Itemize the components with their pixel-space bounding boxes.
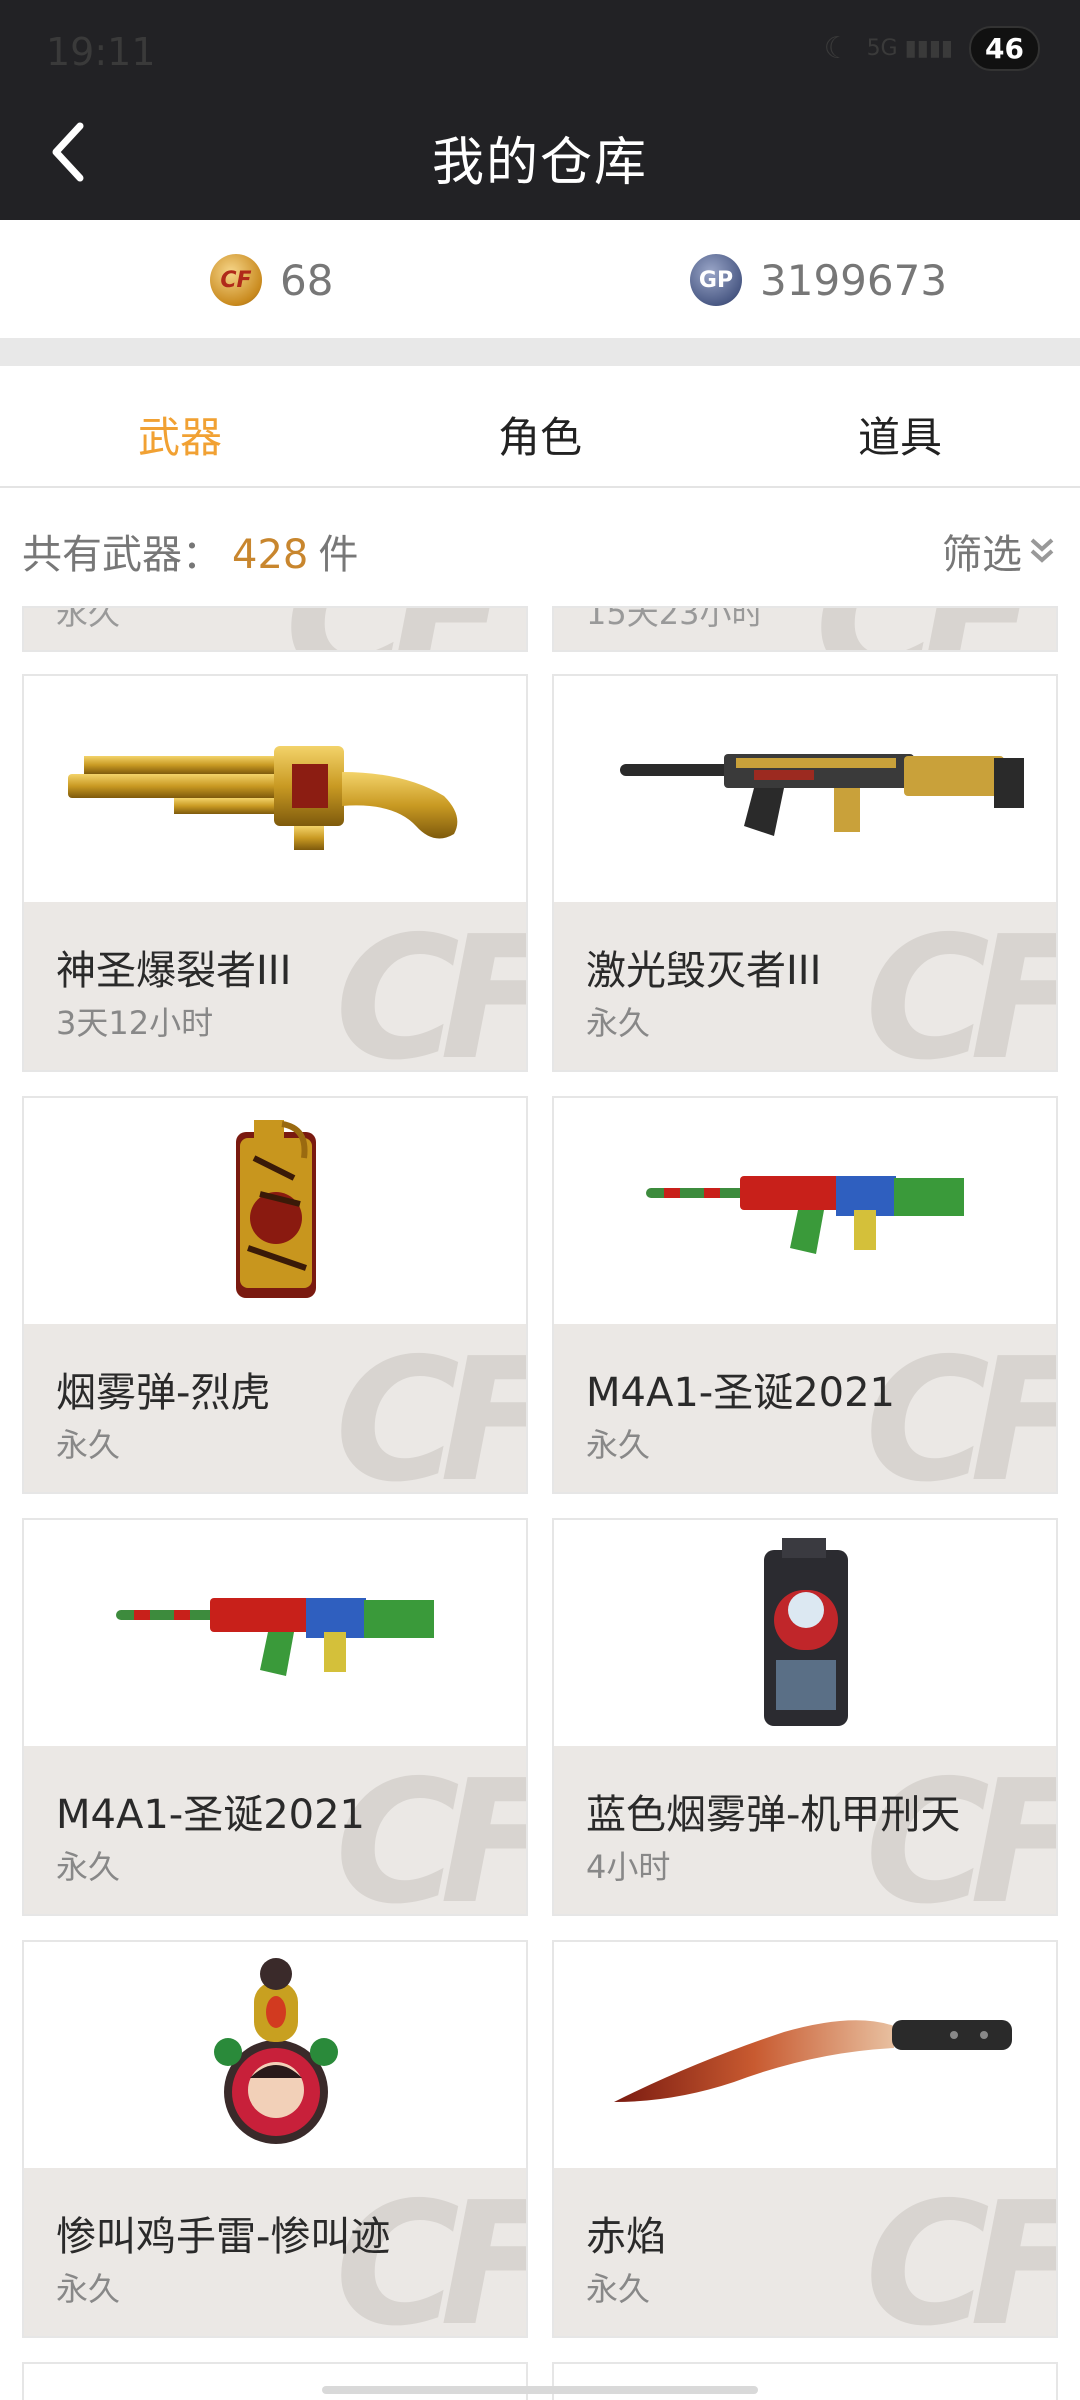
item-duration: 永久 [56, 2270, 121, 2308]
count-prefix: 共有武器： [22, 532, 222, 578]
tiger-smoke-grenade-image [24, 1098, 526, 1324]
list-item-partial[interactable] [552, 2362, 1058, 2400]
count-number: 428 [232, 532, 309, 578]
weapon-count: 共有武器： 428 件 [22, 522, 358, 580]
currency-bar: CF 68 GP 3199673 [0, 220, 1080, 338]
filter-button[interactable]: 筛选 [942, 522, 1056, 580]
signal-icon: 5G ▮▮▮▮ [866, 36, 954, 61]
mecha-smoke-grenade-image [554, 1520, 1056, 1746]
christmas-rifle-image [554, 1098, 1056, 1324]
item-name: 蓝色烟雾弹-机甲刑天 [586, 1792, 961, 1838]
item-name: 激光毁灭者III [586, 948, 822, 994]
list-item[interactable]: CF 神圣爆裂者III 3天12小时 [22, 674, 528, 1072]
gp-balance-value: 3199673 [760, 255, 948, 305]
category-tabs: 武器 角色 道具 [0, 366, 1080, 488]
gp-coin-icon: GP [690, 254, 742, 306]
top-bar: 我的仓库 [0, 84, 1080, 220]
item-info: CF M4A1-圣诞2021 永久 [554, 1324, 1056, 1492]
chicken-grenade-image [24, 1942, 526, 2168]
item-name: 惨叫鸡手雷-惨叫迹 [56, 2214, 391, 2260]
item-duration: 3天12小时 [56, 1004, 214, 1042]
item-name: M4A1-圣诞2021 [56, 1792, 366, 1838]
item-duration: 4小时 [586, 1848, 671, 1886]
cf-watermark-icon: CF [335, 1324, 526, 1494]
section-divider [0, 338, 1080, 366]
list-item[interactable]: CF 烟雾弹-烈虎 永久 [22, 1096, 528, 1494]
count-unit: 件 [318, 532, 359, 578]
item-name: M4A1-圣诞2021 [586, 1370, 896, 1416]
cf-coin-icon: CF [210, 254, 262, 306]
item-info: CF 神圣爆裂者III 3天12小时 [24, 902, 526, 1072]
list-item[interactable]: CF M4A1-圣诞2021 永久 [552, 1096, 1058, 1494]
item-duration: 永久 [586, 1426, 651, 1464]
moon-icon: ☾ [823, 31, 851, 66]
item-duration: 15天23小时 [586, 606, 764, 632]
item-info: CF 赤焰 永久 [554, 2168, 1056, 2338]
item-duration: 永久 [586, 1004, 651, 1042]
item-info: CF 激光毁灭者III 永久 [554, 902, 1056, 1072]
list-item[interactable]: CF M4A1-圣诞2021 永久 [22, 1518, 528, 1916]
item-name: 神圣爆裂者III [56, 948, 292, 994]
golden-shotgun-image [24, 676, 526, 902]
list-item-partial[interactable] [22, 2362, 528, 2400]
item-duration: 永久 [56, 606, 121, 632]
item-info: CF 惨叫鸡手雷-惨叫迹 永久 [24, 2168, 526, 2336]
item-duration: 永久 [586, 2270, 651, 2308]
page-title: 我的仓库 [431, 133, 648, 193]
christmas-rifle-image [24, 1520, 526, 1746]
list-item[interactable]: CF 惨叫鸡手雷-惨叫迹 永久 [22, 1940, 528, 2338]
weapon-grid: 永久 CF 15天23小时 CF CF [0, 606, 1080, 2400]
cf-watermark-icon: CF [865, 2168, 1056, 2338]
item-info: CF 烟雾弹-烈虎 永久 [24, 1324, 526, 1494]
tab-items[interactable]: 道具 [720, 404, 1080, 465]
home-indicator[interactable] [322, 2386, 758, 2394]
status-icons: ☾ 5G ▮▮▮▮ 46 [824, 26, 1040, 71]
cf-watermark-icon: CF [285, 608, 506, 650]
cf-watermark-icon: CF [865, 902, 1056, 1072]
item-info: CF M4A1-圣诞2021 永久 [24, 1746, 526, 1914]
item-name: 烟雾弹-烈虎 [56, 1370, 271, 1416]
item-duration: 永久 [56, 1426, 121, 1464]
status-time: 19:11 [46, 30, 156, 74]
item-duration: 永久 [56, 1848, 121, 1886]
battery-indicator: 46 [969, 26, 1040, 71]
gold-black-rifle-image [554, 676, 1056, 902]
status-bar: 19:11 ☾ 5G ▮▮▮▮ 46 [0, 0, 1080, 84]
gp-balance: GP 3199673 [690, 250, 947, 310]
list-item[interactable]: CF 激光毁灭者III 永久 [552, 674, 1058, 1072]
tab-characters[interactable]: 角色 [360, 404, 720, 465]
double-chevron-down-icon [1030, 538, 1054, 563]
item-name: 赤焰 [586, 2214, 666, 2260]
item-info: CF 蓝色烟雾弹-机甲刑天 4小时 [554, 1746, 1056, 1914]
list-item-partial[interactable]: 永久 CF [22, 606, 528, 652]
red-kukri-knife-image [554, 1942, 1056, 2168]
cf-watermark-icon: CF [815, 608, 1036, 650]
cf-balance-value: 68 [280, 255, 334, 305]
list-item-partial[interactable]: 15天23小时 CF [552, 606, 1058, 652]
count-bar: 共有武器： 428 件 筛选 [0, 488, 1080, 606]
list-item[interactable]: CF 赤焰 永久 [552, 1940, 1058, 2338]
cf-watermark-icon: CF [335, 902, 526, 1072]
tab-weapons[interactable]: 武器 [0, 404, 360, 465]
filter-label: 筛选 [942, 532, 1022, 578]
list-item[interactable]: CF 蓝色烟雾弹-机甲刑天 4小时 [552, 1518, 1058, 1916]
cf-balance: CF 68 [210, 250, 333, 310]
